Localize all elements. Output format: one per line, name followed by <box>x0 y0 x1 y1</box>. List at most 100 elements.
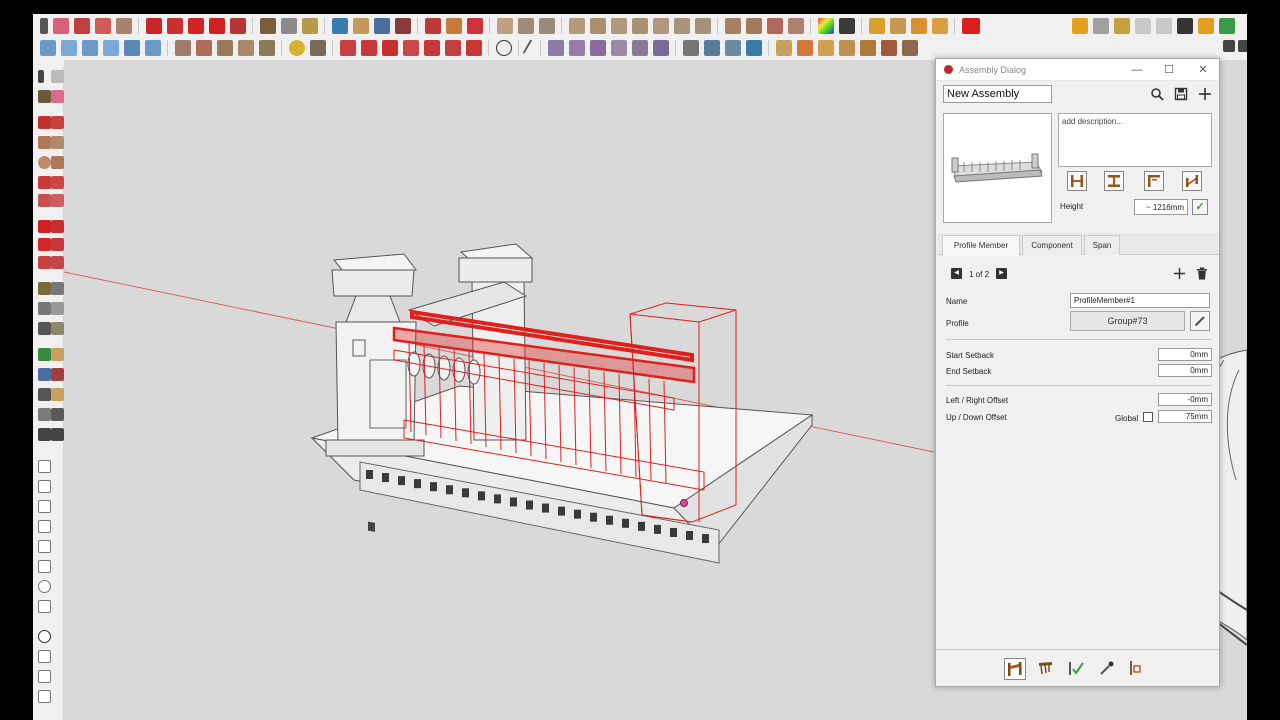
mode-span-button[interactable] <box>1067 171 1087 191</box>
materials-icon[interactable] <box>817 18 834 34</box>
start-setback-input[interactable]: 0mm <box>1158 348 1212 361</box>
ext-c-icon[interactable] <box>589 40 606 56</box>
section-plane-icon[interactable] <box>496 18 513 34</box>
add-icon[interactable] <box>1198 87 1212 101</box>
style-wireframe-icon[interactable] <box>610 18 627 34</box>
orbit-tool-icon[interactable] <box>37 348 51 361</box>
ext-b-icon[interactable] <box>568 40 585 56</box>
zoom-window-icon[interactable] <box>50 368 64 381</box>
look-around-icon[interactable] <box>50 408 64 421</box>
section-cut-icon[interactable] <box>538 18 555 34</box>
section-display-icon[interactable] <box>517 18 534 34</box>
layout-icon[interactable] <box>466 18 483 34</box>
trash-icon[interactable] <box>1195 267 1209 281</box>
view-right-small-icon[interactable] <box>102 40 119 56</box>
select-tool-icon[interactable] <box>37 70 44 83</box>
house-icon[interactable] <box>1222 40 1235 52</box>
ext-e-icon[interactable] <box>631 40 648 56</box>
pie-tool-icon[interactable] <box>50 194 64 207</box>
push-pull-icon[interactable] <box>145 18 162 34</box>
eraser-tool-icon[interactable] <box>50 90 64 103</box>
style-xray-icon[interactable] <box>568 18 585 34</box>
zoom-ext-tool-icon[interactable] <box>37 388 51 401</box>
pb-intersect-icon[interactable] <box>444 40 461 56</box>
protractor-tool-icon[interactable] <box>37 302 51 315</box>
badge-icon[interactable] <box>1197 18 1214 34</box>
mode-vertical-button[interactable] <box>1104 171 1124 191</box>
view-front-icon[interactable] <box>766 18 783 34</box>
ext-f-icon[interactable] <box>652 40 669 56</box>
camera-icon[interactable] <box>1155 18 1172 34</box>
no-entry-icon[interactable] <box>495 40 512 56</box>
solar-north-icon[interactable] <box>288 40 305 56</box>
ext-q-icon[interactable] <box>901 40 918 56</box>
ud-offset-input[interactable]: 75mm <box>1158 410 1212 423</box>
view-front-small-icon[interactable] <box>81 40 98 56</box>
profile-selector[interactable]: Group#73 <box>1070 311 1185 331</box>
zoom-tool-icon[interactable] <box>37 368 51 381</box>
add-member-icon[interactable] <box>1172 267 1186 281</box>
ext-m-icon[interactable] <box>817 40 834 56</box>
slash-icon[interactable] <box>522 39 537 57</box>
prev-view-icon[interactable] <box>50 388 64 401</box>
shadows-icon[interactable] <box>838 18 855 34</box>
polygon-tool-icon[interactable] <box>50 156 64 169</box>
shield-icon[interactable] <box>1071 18 1088 34</box>
pan-icon[interactable] <box>352 18 369 34</box>
view-iso-small-icon[interactable] <box>39 40 56 56</box>
rotated-rect-icon[interactable] <box>50 136 64 149</box>
sandbox-scratch-icon[interactable] <box>195 40 212 56</box>
global-checkbox[interactable] <box>1143 412 1153 422</box>
dialog-titlebar[interactable]: Assembly Dialog — ☐ ✕ <box>936 59 1219 81</box>
ext-tool-g-icon[interactable] <box>37 580 51 593</box>
arc-tool-icon[interactable] <box>37 176 51 189</box>
tape-measure-icon[interactable] <box>259 18 276 34</box>
ext-tool-a-icon[interactable] <box>37 460 51 473</box>
ext-o-icon[interactable] <box>859 40 876 56</box>
line-icon[interactable] <box>73 18 90 34</box>
paint-bucket-icon[interactable] <box>301 18 318 34</box>
assembly-tool-button[interactable] <box>1004 658 1026 680</box>
view-right-icon[interactable] <box>787 18 804 34</box>
profile-builder-icon[interactable] <box>961 18 980 34</box>
view-top-icon[interactable] <box>745 18 762 34</box>
circle-tool-icon[interactable] <box>37 156 51 169</box>
save-icon[interactable] <box>1174 87 1188 101</box>
ext-g-icon[interactable] <box>682 40 699 56</box>
move-tool-icon[interactable] <box>37 220 51 233</box>
stair-tool-button[interactable] <box>1036 658 1058 680</box>
ext-tool-d-icon[interactable] <box>37 520 51 533</box>
export-icon[interactable] <box>1113 18 1130 34</box>
position-camera-icon[interactable] <box>37 408 51 421</box>
drape-icon[interactable] <box>258 40 275 56</box>
ext-tool-e-icon[interactable] <box>37 540 51 553</box>
ext-tool-k-icon[interactable] <box>37 670 51 683</box>
close-button[interactable]: ✕ <box>1194 62 1212 78</box>
zoom-icon[interactable] <box>373 18 390 34</box>
sandbox-icon[interactable] <box>174 40 191 56</box>
component-icon[interactable] <box>868 18 885 34</box>
ext-tool-j-icon[interactable] <box>37 650 51 663</box>
rotate-tool-icon[interactable] <box>37 238 51 251</box>
print-icon[interactable] <box>1237 40 1247 52</box>
ext-tool-l-icon[interactable] <box>37 690 51 703</box>
ext-n-icon[interactable] <box>838 40 855 56</box>
walk-tool-icon[interactable] <box>37 428 51 441</box>
axes-tool-icon[interactable] <box>37 322 51 335</box>
ext-tool-h-icon[interactable] <box>37 600 51 613</box>
solid-tools-icon[interactable] <box>910 18 927 34</box>
scale-tool-icon[interactable] <box>37 256 51 269</box>
pb-add-icon[interactable] <box>339 40 356 56</box>
view-left-small-icon[interactable] <box>144 40 161 56</box>
path-tool-button[interactable] <box>1066 658 1088 680</box>
pb-replace-icon[interactable] <box>402 40 419 56</box>
style-shaded-icon[interactable] <box>652 18 669 34</box>
rotate-icon[interactable] <box>208 18 225 34</box>
mode-corner-button[interactable] <box>1144 171 1164 191</box>
section-tool-icon[interactable] <box>50 428 64 441</box>
make-component-icon[interactable] <box>50 70 64 83</box>
window-icon[interactable] <box>1134 18 1151 34</box>
height-input[interactable]: ~ 1216mm <box>1134 199 1188 215</box>
ext-p-icon[interactable] <box>880 40 897 56</box>
search-icon[interactable] <box>1150 87 1164 101</box>
